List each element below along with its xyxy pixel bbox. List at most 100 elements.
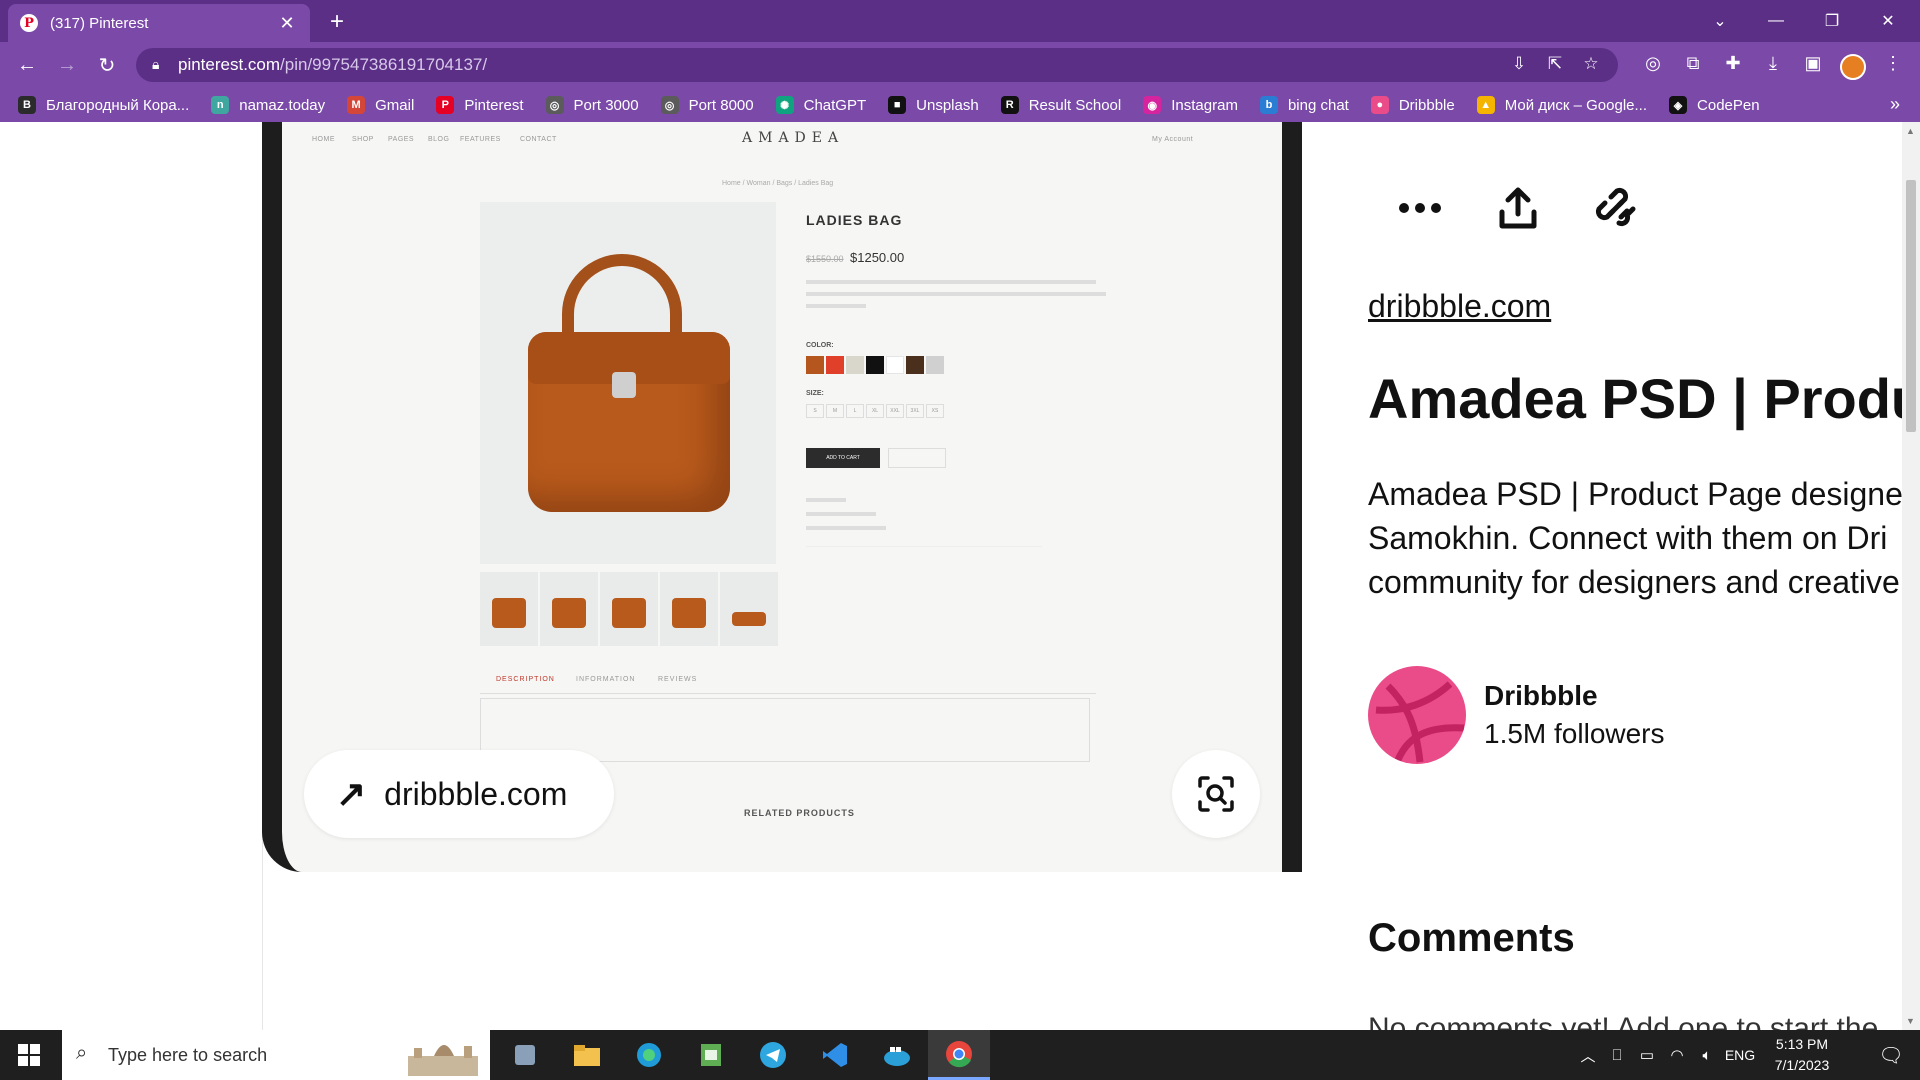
taskbar-search-input[interactable]: ⌕ Type here to search <box>62 1030 490 1080</box>
size-option: L <box>846 404 864 418</box>
close-window-button[interactable]: ✕ <box>1860 0 1916 42</box>
site-nav-item: SHOP <box>352 136 374 143</box>
source-link[interactable]: dribbble.com <box>1368 288 1551 325</box>
address-bar[interactable]: 🔒︎ pinterest.com/pin/997547386191704137/… <box>136 48 1618 82</box>
system-clock[interactable]: 5:13 PM 7/1/2023 <box>1754 1034 1850 1076</box>
clock-date: 7/1/2023 <box>1774 1057 1830 1073</box>
bookmark-item[interactable]: M Gmail <box>347 96 414 114</box>
extensions-puzzle-icon[interactable]: ✚ <box>1720 50 1746 76</box>
bookmark-favicon-icon: ◉ <box>1143 96 1162 114</box>
comments-empty-text: No comments yet! Add one to start the <box>1368 1012 1879 1030</box>
bookmark-item[interactable]: ● Dribbble <box>1370 96 1455 114</box>
product-thumbnails <box>480 572 778 646</box>
visual-search-button[interactable] <box>1172 750 1260 838</box>
page-scrollbar[interactable]: ▲ ▼ <box>1902 122 1920 1030</box>
close-tab-icon[interactable]: ✕ <box>276 13 298 34</box>
size-option: S <box>806 404 824 418</box>
author-avatar[interactable] <box>1368 666 1466 764</box>
bookmark-item[interactable]: R Result School <box>1000 96 1121 114</box>
bookmark-item[interactable]: ◈ CodePen <box>1669 96 1760 114</box>
bookmark-item[interactable]: b bing chat <box>1259 96 1349 114</box>
new-tab-button[interactable]: + <box>322 8 352 36</box>
bookmarks-overflow-icon[interactable]: » <box>1890 94 1900 115</box>
thumbnail <box>660 572 718 646</box>
bookmark-favicon-icon: B <box>18 96 36 114</box>
install-app-icon[interactable]: ⇩ <box>1506 54 1532 76</box>
arrow-up-right-icon: ↗ <box>336 773 367 814</box>
volume-icon[interactable]: 🔈︎ <box>1694 1030 1720 1080</box>
tab-search-icon[interactable]: ⌄ <box>1692 0 1748 42</box>
scroll-up-icon[interactable]: ▲ <box>1906 126 1915 136</box>
battery-icon[interactable]: ▭ <box>1634 1030 1660 1080</box>
forward-icon[interactable]: → <box>52 50 82 80</box>
docker-icon <box>884 1047 910 1066</box>
share-upload-icon[interactable] <box>1490 180 1546 236</box>
side-panel-icon[interactable]: ▣ <box>1800 50 1826 76</box>
bookmark-favicon-icon: ✺ <box>775 96 794 114</box>
bookmark-item[interactable]: ✺ ChatGPT <box>775 96 866 114</box>
bookmark-item[interactable]: n namaz.today <box>211 96 325 114</box>
notifications-icon[interactable]: 🗨︎ <box>1866 1030 1916 1080</box>
product-old-price: $1550.00 <box>806 254 844 264</box>
size-option: 3XL <box>906 404 924 418</box>
product-image <box>480 202 776 564</box>
restore-button[interactable]: ❐ <box>1804 0 1860 42</box>
copy-link-icon[interactable] <box>1588 180 1644 236</box>
taskbar-search-placeholder: Type here to search <box>108 1044 268 1065</box>
size-label: SIZE: <box>806 390 824 397</box>
source-pill-label: dribbble.com <box>384 775 568 812</box>
bookmark-label: CodePen <box>1697 96 1760 114</box>
bookmark-favicon-icon: ◈ <box>1669 96 1688 114</box>
taskbar-app-docker[interactable] <box>866 1030 928 1080</box>
bookmark-item[interactable]: ▲ Мой диск – Google... <box>1476 96 1647 114</box>
related-heading: RELATED PRODUCTS <box>744 808 855 818</box>
bookmark-star-icon[interactable]: ☆ <box>1578 54 1604 76</box>
taskbar-app-explorer[interactable] <box>556 1030 618 1080</box>
share-icon[interactable]: ⇱ <box>1542 54 1568 76</box>
bookmark-item[interactable]: B Благородный Кора... <box>18 96 189 114</box>
meet-now-icon[interactable]: ⎕ <box>1604 1030 1630 1080</box>
taskbar-app-chrome[interactable] <box>928 1030 990 1080</box>
scroll-down-icon[interactable]: ▼ <box>1906 1016 1915 1026</box>
author-name[interactable]: Dribbble <box>1484 680 1598 712</box>
spreadsheet-icon <box>701 1044 721 1066</box>
minimize-button[interactable]: — <box>1748 0 1804 42</box>
wifi-icon[interactable]: ◠ <box>1664 1030 1690 1080</box>
taskbar-app-tools[interactable] <box>494 1030 556 1080</box>
url-path: /pin/997547386191704137/ <box>280 55 488 74</box>
taskbar-app-telegram[interactable] <box>742 1030 804 1080</box>
bookmark-item[interactable]: P Pinterest <box>436 96 524 114</box>
language-indicator[interactable]: ENG <box>1722 1030 1758 1080</box>
site-nav-item: FEATURES <box>460 136 501 143</box>
bookmark-favicon-icon: ◎ <box>545 96 564 114</box>
show-hidden-icons[interactable]: ︿ <box>1576 1030 1600 1080</box>
downloads-icon[interactable]: ⤓ <box>1760 50 1786 76</box>
bookmark-item[interactable]: ◎ Port 8000 <box>660 96 754 114</box>
pinterest-icon: P <box>20 14 38 32</box>
menu-kebab-icon[interactable]: ⋮ <box>1880 50 1906 76</box>
profile-avatar[interactable] <box>1840 54 1866 80</box>
chrome-icon <box>946 1040 972 1067</box>
bookmark-item[interactable]: ◉ Instagram <box>1143 96 1238 114</box>
taskbar-app-edge[interactable] <box>618 1030 680 1080</box>
url-host: pinterest.com <box>178 55 281 74</box>
extension-copy-icon[interactable]: ⧉ <box>1680 50 1706 76</box>
taskbar-app-sheets[interactable] <box>680 1030 742 1080</box>
reload-icon[interactable]: ↻ <box>92 50 122 80</box>
pin-title: Amadea PSD | Product Page <box>1368 367 1920 430</box>
windows-start-button[interactable] <box>0 1030 58 1080</box>
product-price: $1250.00 <box>850 250 905 265</box>
source-pill-button[interactable]: ↗ dribbble.com <box>304 750 614 838</box>
pin-page: HOME SHOP PAGES BLOG FEATURES CONTACT My… <box>0 122 1920 1030</box>
lock-icon[interactable]: 🔒︎ <box>152 56 159 73</box>
taskbar-app-vscode[interactable] <box>804 1030 866 1080</box>
extension-circle-icon[interactable]: ◎ <box>1640 50 1666 76</box>
tab-pinterest[interactable]: P (317) Pinterest ✕ <box>8 4 310 42</box>
back-icon[interactable]: ← <box>12 50 42 80</box>
scrollbar-thumb[interactable] <box>1906 180 1916 432</box>
bookmark-item[interactable]: ■ Unsplash <box>888 96 979 114</box>
thumbnail <box>480 572 538 646</box>
more-options-icon[interactable] <box>1392 180 1448 236</box>
bookmark-item[interactable]: ◎ Port 3000 <box>545 96 639 114</box>
bookmark-label: Pinterest <box>464 96 524 114</box>
